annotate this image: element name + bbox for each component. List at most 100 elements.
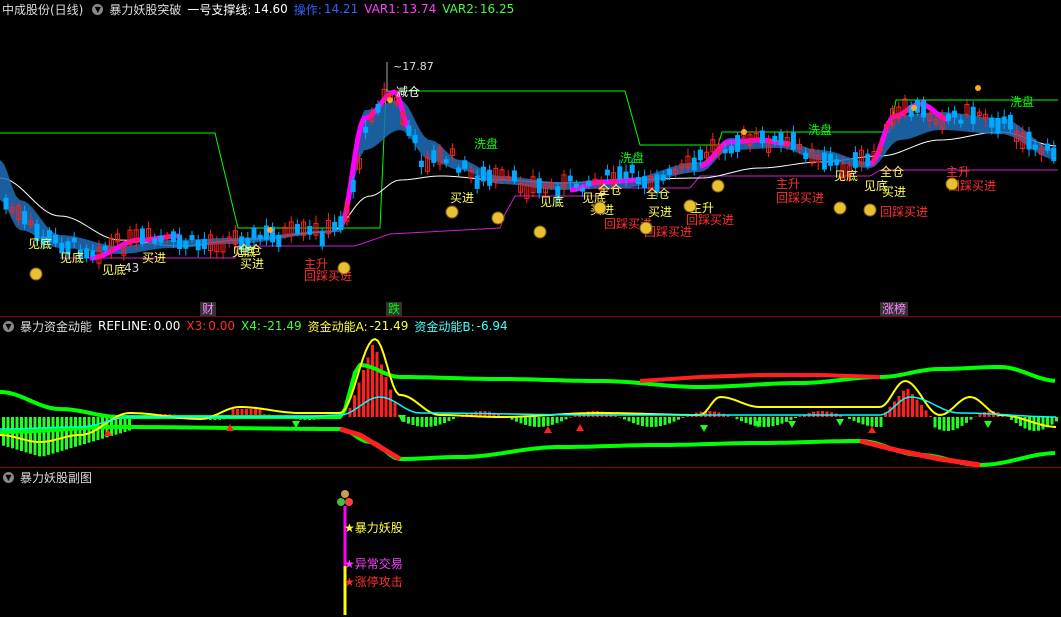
candle-body	[319, 231, 325, 247]
signal-label: 见底	[28, 236, 52, 251]
momentum-bar	[663, 417, 667, 425]
candle-body	[443, 159, 449, 164]
red-stair-lower-2	[859, 438, 981, 467]
momentum-bar	[848, 417, 851, 419]
momentum-bar	[776, 417, 779, 426]
momentum-bar	[596, 411, 599, 417]
momentum-bar	[614, 415, 617, 417]
momentum-bar	[371, 344, 374, 417]
signal-label: 主升	[776, 177, 800, 191]
orb-icon	[345, 498, 353, 506]
op-value: 14.21	[323, 2, 359, 16]
down-arrow-icon	[984, 421, 992, 428]
momentum-bar	[672, 417, 676, 422]
sub2-toggle-icon[interactable]: ▼	[3, 471, 14, 483]
b-label: 资金动能B:	[414, 319, 475, 334]
momentum-bar	[947, 417, 950, 431]
candle-body	[152, 238, 158, 244]
momentum-bar	[857, 417, 860, 423]
candle-body	[728, 145, 734, 154]
candle-body	[201, 239, 207, 249]
money-bag-icon	[945, 177, 959, 191]
up-arrow-icon	[576, 424, 584, 431]
indicator-toggle-icon[interactable]: ▼	[92, 3, 104, 15]
refline-label: REFLINE:	[98, 319, 152, 333]
momentum-bar	[798, 416, 802, 417]
signal-label: 买进	[450, 191, 474, 205]
momentum-bar	[965, 417, 968, 423]
momentum-bar	[407, 417, 410, 424]
momentum-bar	[555, 417, 559, 424]
candle-body	[635, 177, 641, 184]
momentum-bar	[645, 417, 649, 427]
momentum-bar	[20, 417, 23, 451]
signal-label: 洗盘	[474, 136, 498, 151]
candle-body	[958, 119, 964, 124]
momentum-bar	[740, 417, 743, 422]
momentum-bar	[767, 417, 770, 427]
signal-label: 买进	[142, 251, 166, 265]
candle-body	[251, 227, 257, 239]
candle-body	[431, 150, 437, 163]
candle-body	[487, 169, 493, 186]
money-bag-icon	[445, 205, 459, 219]
money-bag-icon	[491, 211, 505, 225]
orb-icon	[337, 498, 345, 506]
candle-body	[375, 103, 381, 113]
signal-label: 全仓	[598, 182, 622, 197]
momentum-bar	[924, 410, 928, 417]
momentum-bar	[429, 417, 433, 427]
candle-body	[183, 240, 189, 249]
candle-body	[803, 152, 809, 159]
lower-envelope-line	[0, 424, 1056, 467]
momentum-bar	[564, 417, 568, 420]
bottom-tag-label: 涨榜	[882, 301, 906, 316]
support-label: 一号支撑线:	[187, 2, 252, 17]
sub1-title[interactable]: 暴力资金动能	[20, 318, 92, 335]
momentum-bar	[735, 417, 739, 420]
candle-body	[952, 110, 958, 118]
momentum-bar	[650, 417, 653, 427]
signal-label: 洗盘	[1010, 94, 1034, 109]
momentum-bar	[524, 417, 527, 425]
momentum-bar	[659, 417, 662, 427]
momentum-bar	[537, 417, 541, 427]
main-chart-header: 中成股份(日线) ▼ 暴力妖股突破 一号支撑线: 14.60 操作: 14.21…	[0, 0, 1061, 18]
momentum-bar	[866, 417, 869, 426]
indicator-name[interactable]: 暴力妖股突破	[109, 1, 181, 18]
momentum-bar	[902, 390, 905, 417]
momentum-bar	[357, 382, 361, 417]
momentum-bar	[560, 417, 563, 422]
candle-body	[511, 170, 517, 182]
signal-label: 见底	[540, 194, 564, 209]
sub1-toggle-icon[interactable]: ▼	[3, 320, 14, 332]
money-bag-icon	[833, 201, 847, 215]
momentum-bar	[56, 417, 59, 453]
signal-label: 全仓	[880, 164, 904, 179]
momentum-bar	[78, 417, 82, 446]
x3-label: X3:	[186, 319, 207, 333]
a-label: 资金动能A:	[307, 319, 368, 334]
candle-body	[257, 234, 263, 240]
signal-label: 回踩买进	[686, 213, 734, 227]
momentum-bar	[641, 417, 644, 426]
momentum-bar	[1050, 417, 1054, 425]
signal-label: 买进	[240, 257, 264, 271]
momentum-bar	[938, 417, 941, 430]
momentum-bar	[929, 415, 932, 417]
momentum-bar	[627, 417, 631, 422]
a-value: -21.49	[369, 319, 409, 333]
candle-body	[778, 132, 784, 145]
support-value: 14.60	[253, 2, 288, 16]
signal-label: 回踩买进	[776, 191, 824, 205]
candle-body	[642, 176, 648, 189]
candle-body	[945, 113, 951, 121]
momentum-bar	[83, 417, 86, 445]
candle-body	[170, 231, 176, 242]
momentum-bar	[879, 417, 883, 427]
candle-body	[139, 228, 145, 245]
sub2-title[interactable]: 暴力妖股副图	[20, 469, 92, 486]
momentum-bar	[749, 417, 752, 425]
candle-body	[834, 159, 840, 166]
momentum-bar	[65, 417, 68, 450]
